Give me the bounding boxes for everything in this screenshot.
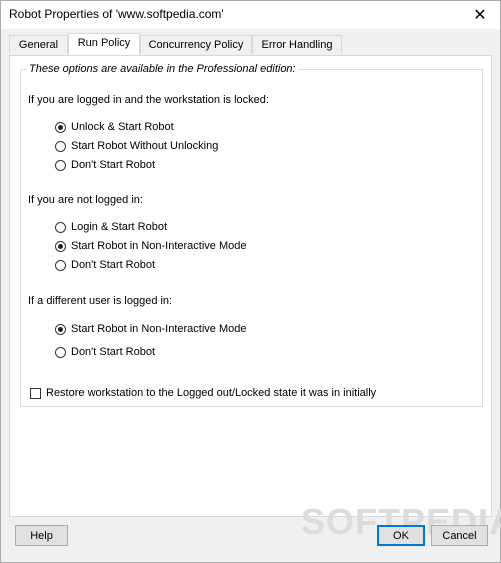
checkbox-icon — [30, 387, 41, 399]
checkbox-label: Restore workstation to the Logged out/Lo… — [46, 387, 377, 399]
tab-error-handling[interactable]: Error Handling — [252, 35, 342, 54]
window-title: Robot Properties of 'www.softpedia.com' — [9, 7, 224, 21]
cancel-button[interactable]: Cancel — [431, 525, 488, 546]
radio-label: Start Robot in Non-Interactive Mode — [71, 323, 247, 335]
not-logged-label: If you are not logged in: — [28, 194, 143, 206]
radio-label: Start Robot Without Unlocking — [71, 140, 219, 152]
tab-concurrency-policy[interactable]: Concurrency Policy — [140, 35, 252, 54]
radio-unchecked-icon — [55, 259, 66, 271]
tab-panel: These options are available in the Profe… — [9, 55, 492, 517]
radio-non-interactive-different-user[interactable]: Start Robot in Non-Interactive Mode — [55, 321, 246, 337]
radio-unlock-start[interactable]: Unlock & Start Robot — [55, 119, 174, 135]
group-title: These options are available in the Profe… — [27, 63, 298, 75]
radio-label: Unlock & Start Robot — [71, 121, 174, 133]
tab-general[interactable]: General — [9, 35, 68, 54]
radio-unchecked-icon — [55, 140, 66, 152]
radio-label: Start Robot in Non-Interactive Mode — [71, 240, 247, 252]
close-icon[interactable]: ✕ — [460, 1, 500, 29]
title-bar: Robot Properties of 'www.softpedia.com' … — [1, 1, 500, 29]
radio-checked-icon — [55, 121, 66, 133]
radio-non-interactive[interactable]: Start Robot in Non-Interactive Mode — [55, 238, 246, 254]
tab-run-policy[interactable]: Run Policy — [68, 33, 140, 55]
radio-unchecked-icon — [55, 221, 66, 233]
radio-dont-start-not-logged[interactable]: Don't Start Robot — [55, 257, 155, 273]
help-button[interactable]: Help — [15, 525, 68, 546]
radio-checked-icon — [55, 240, 66, 252]
different-user-label: If a different user is logged in: — [28, 295, 173, 307]
options-group: These options are available in the Profe… — [20, 63, 483, 407]
radio-checked-icon — [55, 323, 66, 335]
radio-dont-start-different-user[interactable]: Don't Start Robot — [55, 344, 155, 360]
radio-login-start[interactable]: Login & Start Robot — [55, 219, 167, 235]
radio-label: Don't Start Robot — [71, 259, 156, 271]
ok-button[interactable]: OK — [377, 525, 425, 546]
radio-unchecked-icon — [55, 346, 66, 358]
radio-start-without-unlocking[interactable]: Start Robot Without Unlocking — [55, 138, 218, 154]
dialog-window: Robot Properties of 'www.softpedia.com' … — [0, 0, 501, 563]
radio-label: Don't Start Robot — [71, 159, 156, 171]
restore-workstation-checkbox[interactable]: Restore workstation to the Logged out/Lo… — [30, 385, 376, 401]
locked-label: If you are logged in and the workstation… — [28, 94, 269, 106]
radio-dont-start-locked[interactable]: Don't Start Robot — [55, 157, 155, 173]
radio-label: Login & Start Robot — [71, 221, 168, 233]
radio-unchecked-icon — [55, 159, 66, 171]
radio-label: Don't Start Robot — [71, 346, 156, 358]
